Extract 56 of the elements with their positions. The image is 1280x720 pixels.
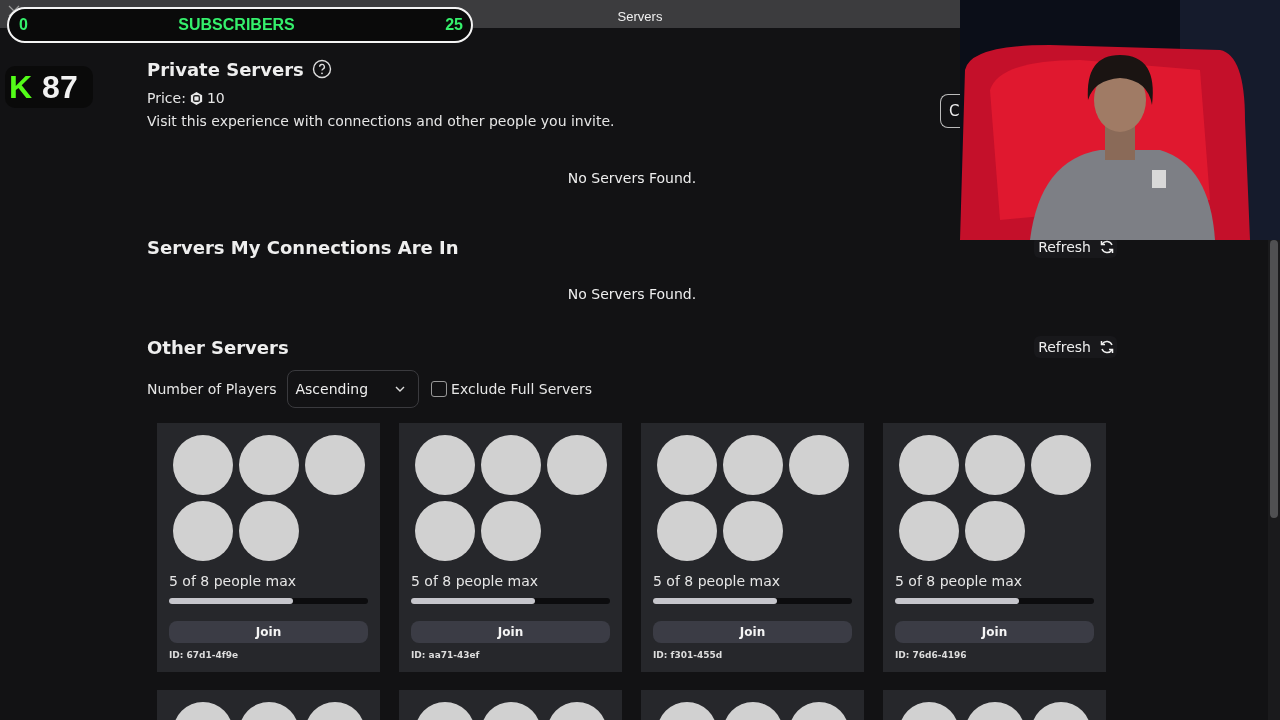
join-button[interactable]: Join xyxy=(895,621,1094,643)
section-title: Other Servers xyxy=(147,336,289,358)
avatar xyxy=(965,501,1025,561)
empty-message: No Servers Found. xyxy=(566,286,698,302)
server-id: ID: 67d1-4f9e xyxy=(169,650,240,660)
avatar xyxy=(239,501,299,561)
server-id: ID: 76d6-4196 xyxy=(895,650,968,660)
avatar xyxy=(415,435,475,495)
avatar xyxy=(899,501,959,561)
avatar xyxy=(1031,435,1091,495)
section-title: Private Servers xyxy=(147,58,304,80)
server-id: ID: aa71-43ef xyxy=(411,650,481,660)
avatar xyxy=(723,501,783,561)
avatar xyxy=(173,435,233,495)
scrollbar-thumb[interactable] xyxy=(1270,240,1278,518)
window-title: Servers xyxy=(617,9,663,24)
goal-label: SUBSCRIBERS xyxy=(178,16,295,34)
avatar xyxy=(789,435,849,495)
player-count: 5 of 8 people max xyxy=(169,573,298,589)
player-count: 5 of 8 people max xyxy=(411,573,540,589)
sort-label: Number of Players xyxy=(147,381,277,397)
help-icon[interactable] xyxy=(311,59,332,79)
chevron-icon xyxy=(394,385,407,393)
avatar xyxy=(657,435,717,495)
player-count: 5 of 8 people max xyxy=(895,573,1024,589)
avatar xyxy=(239,435,299,495)
description: Visit this experience with connections and other people you invite. xyxy=(147,113,615,129)
join-button[interactable]: Join xyxy=(411,621,610,643)
avatar xyxy=(173,501,233,561)
refresh-button[interactable]: Refresh xyxy=(1034,336,1117,358)
avatar xyxy=(481,435,541,495)
section-title: Servers My Connections Are In xyxy=(147,236,459,258)
goal-target: 25 xyxy=(445,16,463,34)
refresh-icon xyxy=(1099,339,1115,355)
goal-start: 0 xyxy=(19,16,28,34)
avatar xyxy=(547,435,607,495)
checkbox[interactable] xyxy=(431,381,448,397)
badge-logo: K xyxy=(9,68,33,106)
avatar xyxy=(965,435,1025,495)
sort-dropdown[interactable]: Ascending xyxy=(286,370,420,408)
avatar xyxy=(415,501,475,561)
price-value: 10 xyxy=(206,90,225,106)
avatar xyxy=(481,501,541,561)
currency-icon xyxy=(188,90,204,106)
checkbox-label: Exclude Full Servers xyxy=(451,381,592,397)
server-id: ID: f301-455d xyxy=(653,650,724,660)
price-label: Price: xyxy=(147,90,186,106)
avatar xyxy=(305,435,365,495)
avatar xyxy=(657,501,717,561)
join-button[interactable]: Join xyxy=(653,621,852,643)
join-button[interactable]: Join xyxy=(169,621,368,643)
player-count: 5 of 8 people max xyxy=(653,573,782,589)
badge-count: 87 xyxy=(42,68,78,106)
avatar xyxy=(723,435,783,495)
avatar xyxy=(899,435,959,495)
empty-message: No Servers Found. xyxy=(566,170,698,186)
